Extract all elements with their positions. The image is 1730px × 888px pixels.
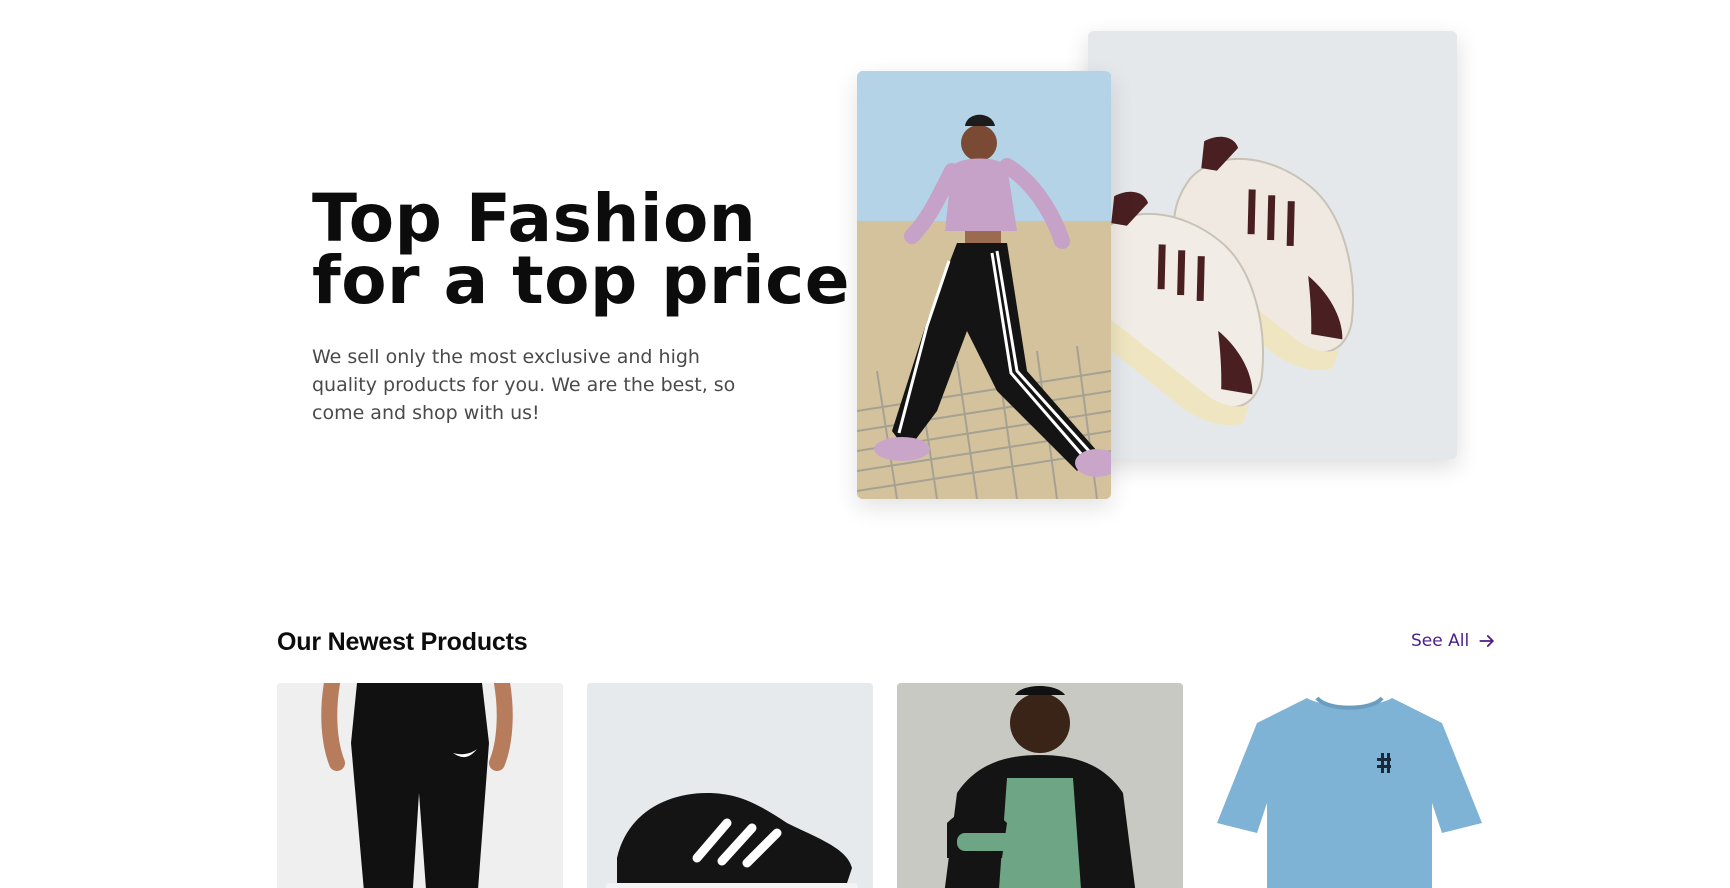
hero-title-line-1: Top Fashion (312, 180, 757, 257)
product-card[interactable] (587, 683, 873, 888)
hero-title: Top Fashion for a top price (312, 180, 851, 319)
product-image-tshirt (1207, 683, 1493, 888)
see-all-link[interactable]: See All (1411, 631, 1497, 651)
hero-sneakers-image (1088, 31, 1457, 459)
product-image-track-pants (277, 683, 563, 888)
product-image-running-shoe (587, 683, 873, 888)
see-all-label: See All (1411, 631, 1470, 651)
sneakers-illustration (1088, 31, 1457, 459)
product-card[interactable] (897, 683, 1183, 888)
hero-title-line-2: for a top price (312, 242, 851, 319)
section-title-newest-products: Our Newest Products (277, 628, 528, 656)
hero-model-image (857, 71, 1111, 499)
arrow-right-icon (1479, 635, 1494, 647)
hero-description: We sell only the most exclusive and high… (312, 346, 736, 424)
product-card[interactable] (1207, 683, 1493, 888)
product-image-jacket (897, 683, 1183, 888)
model-illustration (857, 71, 1111, 499)
page: Top Fashion for a top price We sell only… (0, 0, 1730, 888)
product-card[interactable] (277, 683, 563, 888)
